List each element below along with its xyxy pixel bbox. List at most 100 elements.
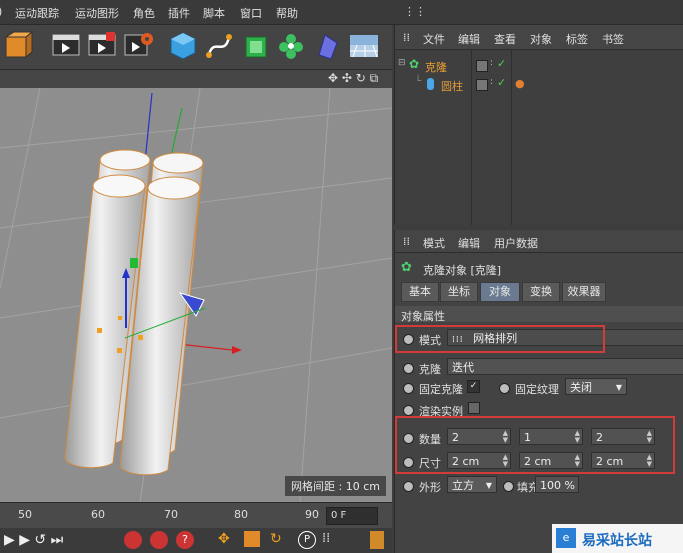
fixed-texture-dropdown[interactable]: 关闭 ▼ <box>565 378 627 395</box>
tab-coord[interactable]: 坐标 <box>440 282 478 302</box>
phong-tag-icon[interactable]: ● <box>515 77 525 90</box>
key-scale-icon[interactable] <box>244 531 260 547</box>
shape-value: 立方 <box>452 479 474 492</box>
fill-animate-icon[interactable] <box>503 481 514 492</box>
clone-value: 迭代 <box>452 361 474 374</box>
am-menu-edit[interactable]: 编辑 <box>458 235 480 251</box>
object-row-cylinder[interactable]: └ 圆柱 : ✓ ● <box>395 76 683 94</box>
watermark-e-icon: e <box>556 528 576 548</box>
panel-grip-icon[interactable]: ⋮⋮ <box>404 5 426 18</box>
object-name[interactable]: 克隆 <box>425 59 447 75</box>
menu-item-partial[interactable]: ) <box>0 5 2 18</box>
menu-item-tracking[interactable]: 运动跟踪 <box>15 5 59 21</box>
om-menu-file[interactable]: 文件 <box>423 31 445 47</box>
menu-item-mograph[interactable]: 运动图形 <box>75 5 119 21</box>
timeline-ruler[interactable]: 50 60 70 80 90 0 F <box>0 502 392 528</box>
floor-environment-icon[interactable] <box>347 29 379 63</box>
tab-basic[interactable]: 基本 <box>401 282 439 302</box>
clone-dropdown[interactable]: 迭代 <box>447 358 683 375</box>
shape-label: 外形 <box>419 481 441 494</box>
menu-item-window[interactable]: 窗口 <box>240 5 262 21</box>
om-menu-object[interactable]: 对象 <box>530 31 552 47</box>
watermark-text: 易采站长站 <box>582 533 652 549</box>
main-toolbar <box>0 25 392 70</box>
key-param-icon[interactable]: P <box>298 531 316 549</box>
watermark-logo: e 易采站长站 <box>552 524 683 553</box>
playback-bar: ▶ ▶ ↺ ⏭ ? ✥ ↻ P ⁞⁞ <box>0 528 392 553</box>
timeline-tick: 80 <box>234 508 248 521</box>
auto-key-icon[interactable] <box>150 531 168 549</box>
shape-animate-icon[interactable] <box>403 481 414 492</box>
viewport-header: ✥ ✣ ↻ ⧉ <box>0 70 392 88</box>
render-view-icon[interactable] <box>50 29 82 63</box>
tab-effectors[interactable]: 效果器 <box>562 282 606 302</box>
cube-select-icon[interactable] <box>2 29 34 63</box>
generator-cube-icon[interactable] <box>240 29 272 63</box>
object-row-cloner[interactable]: ⊟ ✿ 克隆 : ✓ <box>395 57 683 75</box>
am-menu-mode[interactable]: 模式 <box>423 235 445 251</box>
render-to-viewer-icon[interactable] <box>86 29 118 63</box>
object-manager: ⁞⁞ 文件 编辑 查看 对象 标签 书签 ⊟ ✿ 克隆 : ✓ └ 圆柱 : ✓… <box>394 25 683 225</box>
mograph-cloner-icon[interactable] <box>275 29 307 63</box>
clone-label: 克隆 <box>419 363 441 376</box>
render-settings-icon[interactable] <box>122 29 154 63</box>
layer-swatch-icon[interactable] <box>476 60 488 72</box>
key-rotate-icon[interactable]: ↻ <box>270 531 282 547</box>
am-menu-userdata[interactable]: 用户数据 <box>494 235 538 251</box>
object-manager-menu: ⁞⁞ 文件 编辑 查看 对象 标签 书签 <box>395 25 683 50</box>
om-menu-tags[interactable]: 标签 <box>566 31 588 47</box>
viewport-scene <box>0 88 392 502</box>
help-key-icon[interactable]: ? <box>176 531 194 549</box>
visibility-dots-icon[interactable]: : <box>490 58 493 68</box>
3d-viewport[interactable]: ✥ ✣ ↻ ⧉ 网格间距: 10 cm <box>0 70 392 502</box>
menu-item-character[interactable]: 角色 <box>133 5 155 21</box>
key-grid-icon[interactable]: ⁞⁞ <box>322 531 330 546</box>
tab-transform[interactable]: 变换 <box>522 282 560 302</box>
cube-object-icon[interactable] <box>167 29 199 63</box>
tree-collapse-icon[interactable]: ⊟ <box>398 58 406 68</box>
om-menu-view[interactable]: 查看 <box>494 31 516 47</box>
menu-item-plugins[interactable]: 插件 <box>168 5 190 21</box>
filmstrip-icon[interactable] <box>370 531 384 549</box>
fill-field[interactable]: 100 % <box>535 476 579 493</box>
grip-icon[interactable]: ⁞⁞ <box>403 31 410 44</box>
highlight-count-size <box>395 416 675 474</box>
om-menu-bookmarks[interactable]: 书签 <box>602 31 624 47</box>
spline-pen-icon[interactable] <box>203 29 235 63</box>
om-menu-edit[interactable]: 编辑 <box>458 31 480 47</box>
current-frame-field[interactable]: 0 F <box>326 507 378 525</box>
menu-item-script[interactable]: 脚本 <box>203 5 225 21</box>
deformer-icon[interactable] <box>311 29 343 63</box>
play-controls-icons[interactable]: ▶ ▶ ↺ ⏭ <box>4 532 63 548</box>
timeline-tick: 70 <box>164 508 178 521</box>
enabled-check-icon[interactable]: ✓ <box>497 76 506 89</box>
attribute-manager: ⁞⁞ 模式 编辑 用户数据 ✿ 克隆对象 [克隆] 基本 坐标 对象 变换 效果… <box>394 230 683 553</box>
object-name[interactable]: 圆柱 <box>441 78 463 94</box>
render-instance-animate-icon[interactable] <box>403 405 414 416</box>
grip-icon[interactable]: ⁞⁞ <box>403 235 410 248</box>
enabled-check-icon[interactable]: ✓ <box>497 57 506 70</box>
visibility-dots-icon[interactable]: : <box>490 77 493 87</box>
attribute-manager-menu: ⁞⁞ 模式 编辑 用户数据 <box>395 230 683 253</box>
viewport-navigation-icons[interactable]: ✥ ✣ ↻ ⧉ <box>328 71 378 86</box>
tab-object[interactable]: 对象 <box>480 282 520 302</box>
object-header-title: 克隆对象 [克隆] <box>423 264 502 277</box>
cylinder-clones <box>64 149 204 476</box>
fixed-texture-value: 关闭 <box>570 381 592 394</box>
render-instance-checkbox[interactable] <box>468 402 480 414</box>
key-move-icon[interactable]: ✥ <box>218 531 230 547</box>
clone-animate-icon[interactable] <box>403 363 414 374</box>
section-title: 对象属性 <box>401 310 445 323</box>
chevron-down-icon: ▼ <box>485 481 492 490</box>
timeline-tick: 50 <box>18 508 32 521</box>
fill-value: 100 % <box>540 479 575 492</box>
fixed-clone-animate-icon[interactable] <box>403 383 414 394</box>
fixed-texture-animate-icon[interactable] <box>499 383 510 394</box>
record-key-icon[interactable] <box>124 531 142 549</box>
fixed-clone-checkbox[interactable]: ✓ <box>467 380 480 393</box>
menu-item-help[interactable]: 帮助 <box>276 5 298 21</box>
layer-swatch-icon[interactable] <box>476 79 488 91</box>
fixed-clone-label: 固定克隆 <box>419 383 463 396</box>
cloner-icon: ✿ <box>409 57 420 71</box>
shape-dropdown[interactable]: 立方 ▼ <box>447 476 497 493</box>
